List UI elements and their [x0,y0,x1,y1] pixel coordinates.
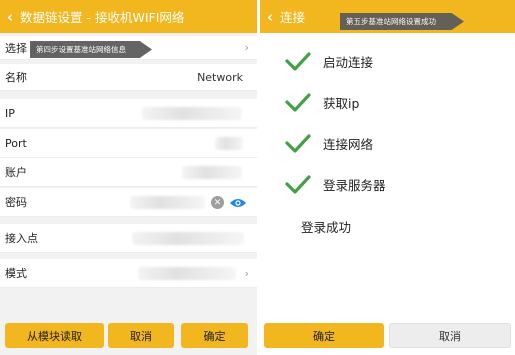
name-label: 名称 [5,71,27,84]
access-point-label: 接入点 [5,232,38,245]
check-icon [285,52,311,71]
step-label: 连接网络 [323,136,374,152]
port-value-redacted[interactable] [215,137,243,150]
account-label: 账户 [5,166,27,179]
mode-value-redacted[interactable] [138,267,236,280]
ip-label: IP [5,106,15,120]
password-row[interactable]: 密码 ✕ [0,188,257,217]
connection-status-panel: ‹ 连接 第五步基准站网络设置成功 启动连接 获取ip 连接网络 登录服务器 登… [260,0,515,355]
chevron-right-icon: › [244,41,249,54]
confirm-button[interactable]: 确定 [181,323,248,348]
mode-row[interactable]: 模式 › [0,259,257,288]
page-title: 连接 [280,10,306,25]
back-icon[interactable]: ‹ [262,8,278,26]
page-title: 数据链设置 - 接收机WIFI网络 [20,10,185,25]
step-label: 获取ip [323,95,360,111]
cancel-button[interactable]: 取消 [389,323,511,348]
cancel-button[interactable]: 取消 [108,323,174,348]
login-success-status: 登录成功 [301,220,352,235]
step-four-tooltip: 第四步设置基准站网络信息 [30,41,152,58]
wifi-network-settings-panel: ‹ 数据链设置 - 接收机WIFI网络 选择 服务器 › 第四步设置基准站网络信… [0,0,257,355]
ip-row[interactable]: IP [0,99,257,128]
check-icon [285,93,311,112]
step-label: 登录服务器 [323,177,386,193]
account-row[interactable]: 账户 [0,158,257,187]
port-label: Port [5,136,27,150]
confirm-button[interactable]: 确定 [264,323,384,348]
ip-value-redacted[interactable] [142,107,242,120]
access-point-value-redacted[interactable] [132,232,244,245]
access-point-row[interactable]: 接入点 [0,224,257,253]
check-icon [285,175,311,194]
chevron-right-icon: › [244,266,249,280]
name-value[interactable]: Network [197,71,243,84]
port-row[interactable]: Port [0,129,257,158]
check-icon [285,134,311,153]
mode-label: 模式 [5,267,27,280]
password-label: 密码 [5,196,27,209]
step-get-ip: 获取ip [285,92,359,112]
name-row[interactable]: 名称 Network [0,64,257,91]
read-from-module-button[interactable]: 从模块读取 [5,323,104,348]
step-five-tooltip: 第五步基准站网络设置成功 [340,13,464,30]
eye-icon[interactable] [229,197,247,209]
account-value-redacted[interactable] [182,166,242,179]
clear-icon[interactable]: ✕ [211,196,224,209]
left-header: ‹ 数据链设置 - 接收机WIFI网络 [0,0,257,33]
password-value-redacted[interactable] [130,196,205,209]
back-icon[interactable]: ‹ [2,8,18,26]
step-login-server: 登录服务器 [285,174,386,194]
step-connect-network: 连接网络 [285,133,373,153]
step-start-connection: 启动连接 [285,51,373,71]
step-label: 启动连接 [323,54,374,70]
